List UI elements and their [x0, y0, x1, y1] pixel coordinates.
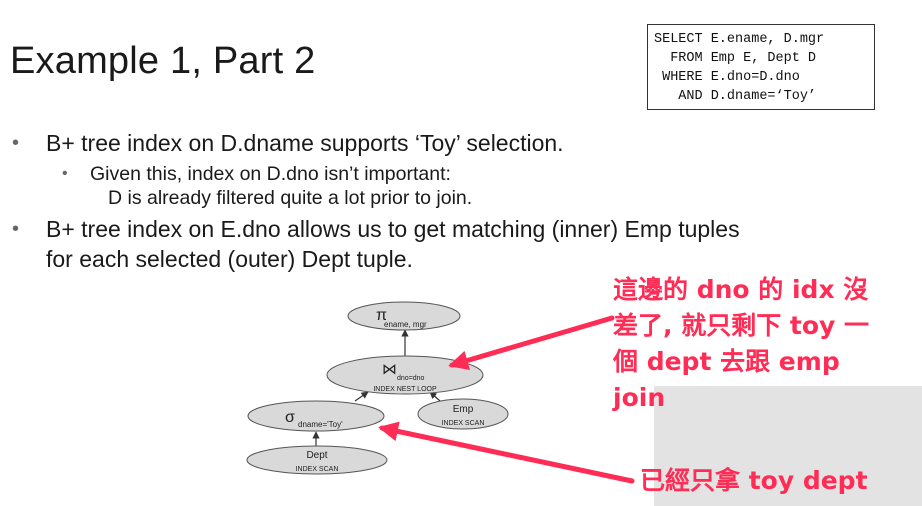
annotation-line: 差了, 就只剩下 toy 一	[613, 311, 870, 340]
selection-node: σ dname='Toy'	[247, 400, 385, 432]
dept-node: Dept INDEX SCAN	[246, 445, 388, 475]
query-plan-diagram: π ename, mgr ⋈ dno=dno INDEX NEST LOOP σ…	[246, 301, 635, 484]
annotation-arrow	[448, 315, 615, 371]
plan-edge	[354, 391, 369, 402]
annotation-line: 這邊的 dno 的 idx 沒	[613, 275, 869, 304]
annotation-note-join: 這邊的 dno 的 idx 沒 差了, 就只剩下 toy 一 個 dept 去跟…	[613, 272, 913, 416]
annotation-note-selection: 已經只拿 toy dept	[640, 466, 868, 495]
selection-predicate: dname='Toy'	[298, 420, 343, 429]
annotation-arrow	[378, 421, 635, 484]
join-method: INDEX NEST LOOP	[373, 386, 437, 393]
join-symbol: ⋈	[382, 361, 397, 378]
annotation-line: join	[613, 383, 666, 412]
projection-attrs: ename, mgr	[384, 320, 427, 329]
dept-label: Dept	[306, 450, 327, 461]
join-condition: dno=dno	[397, 375, 425, 382]
annotation-line: 個 dept 去跟 emp	[613, 347, 840, 376]
selection-symbol: σ	[285, 409, 295, 426]
emp-method: INDEX SCAN	[442, 420, 485, 427]
projection-node: π ename, mgr	[347, 301, 461, 331]
emp-label: Emp	[453, 404, 474, 415]
dept-method: INDEX SCAN	[296, 466, 339, 473]
emp-node: Emp INDEX SCAN	[417, 398, 509, 430]
